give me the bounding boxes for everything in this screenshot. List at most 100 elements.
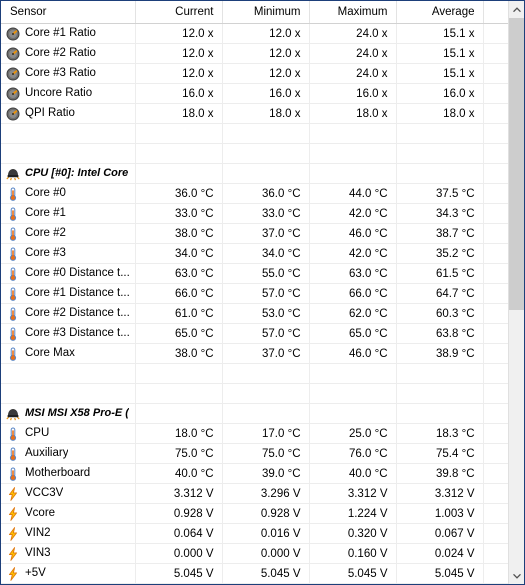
column-header-maximum[interactable]: Maximum: [309, 1, 397, 24]
current-value-cell[interactable]: 75.0 °C: [135, 443, 223, 464]
sensor-row[interactable]: VIN3 0.000 V 0.000 V 0.160 V 0.024 V: [1, 543, 508, 564]
maximum-value-cell[interactable]: 18.0 x: [309, 103, 397, 124]
maximum-value-cell[interactable]: 42.0 °C: [309, 243, 397, 264]
minimum-value-cell[interactable]: 53.0 °C: [222, 303, 310, 324]
maximum-value-cell[interactable]: 25.0 °C: [309, 423, 397, 444]
current-value-cell[interactable]: 38.0 °C: [135, 223, 223, 244]
minimum-value-cell[interactable]: 0.000 V: [222, 543, 310, 564]
maximum-value-cell[interactable]: [309, 403, 397, 424]
sensor-name-cell[interactable]: Core #3 Ratio: [1, 63, 136, 84]
average-value-cell[interactable]: 0.024 V: [396, 543, 484, 564]
maximum-value-cell[interactable]: 62.0 °C: [309, 303, 397, 324]
sensor-name-cell[interactable]: Core #0: [1, 183, 136, 204]
average-value-cell[interactable]: 37.5 °C: [396, 183, 484, 204]
scroll-down-button[interactable]: [509, 567, 524, 584]
sensor-row[interactable]: QPI Ratio 18.0 x 18.0 x 18.0 x 18.0 x: [1, 103, 508, 124]
average-value-cell[interactable]: 60.3 °C: [396, 303, 484, 324]
sensor-group-header-row[interactable]: CPU [#0]: Intel Core ...: [1, 163, 508, 184]
minimum-value-cell[interactable]: 18.0 x: [222, 103, 310, 124]
minimum-value-cell[interactable]: 39.0 °C: [222, 463, 310, 484]
sensor-name-cell[interactable]: +12V: [1, 583, 136, 584]
sensor-name-cell[interactable]: VCC3V: [1, 483, 136, 504]
maximum-value-cell[interactable]: 0.160 V: [309, 543, 397, 564]
maximum-value-cell[interactable]: 0.320 V: [309, 523, 397, 544]
sensor-name-cell[interactable]: Motherboard: [1, 463, 136, 484]
current-value-cell[interactable]: 18.0 °C: [135, 423, 223, 444]
current-value-cell[interactable]: 34.0 °C: [135, 243, 223, 264]
maximum-value-cell[interactable]: [309, 163, 397, 184]
current-value-cell[interactable]: 0.928 V: [135, 503, 223, 524]
current-value-cell[interactable]: 18.0 x: [135, 103, 223, 124]
average-value-cell[interactable]: 18.3 °C: [396, 423, 484, 444]
sensor-row[interactable]: Core #1 Distance t... 66.0 °C 57.0 °C 66.0 …: [1, 283, 508, 304]
current-value-cell[interactable]: 38.0 °C: [135, 343, 223, 364]
current-value-cell[interactable]: 0.000 V: [135, 543, 223, 564]
maximum-value-cell[interactable]: 24.0 x: [309, 23, 397, 44]
sensor-name-cell[interactable]: Core #1 Distance t...: [1, 283, 136, 304]
sensor-row[interactable]: Core #1 33.0 °C 33.0 °C 42.0 °C 34.3 °C: [1, 203, 508, 224]
current-value-cell[interactable]: 63.0 °C: [135, 263, 223, 284]
average-value-cell[interactable]: 0.067 V: [396, 523, 484, 544]
minimum-value-cell[interactable]: 37.0 °C: [222, 343, 310, 364]
sensor-name-cell[interactable]: CPU [#0]: Intel Core ...: [1, 163, 136, 184]
minimum-value-cell[interactable]: 12.144 V: [222, 583, 310, 584]
average-value-cell[interactable]: 38.7 °C: [396, 223, 484, 244]
minimum-value-cell[interactable]: 3.296 V: [222, 483, 310, 504]
minimum-value-cell[interactable]: [222, 163, 310, 184]
average-value-cell[interactable]: 34.3 °C: [396, 203, 484, 224]
sensor-name-cell[interactable]: +5V: [1, 563, 136, 584]
sensor-grid-viewport[interactable]: Sensor Current Minimum Maximum Average C…: [1, 1, 508, 584]
average-value-cell[interactable]: 15.1 x: [396, 63, 484, 84]
current-value-cell[interactable]: 66.0 °C: [135, 283, 223, 304]
sensor-row[interactable]: Vcore 0.928 V 0.928 V 1.224 V 1.003 V: [1, 503, 508, 524]
minimum-value-cell[interactable]: 17.0 °C: [222, 423, 310, 444]
current-value-cell[interactable]: [135, 403, 223, 424]
sensor-name-cell[interactable]: Core #1: [1, 203, 136, 224]
maximum-value-cell[interactable]: 76.0 °C: [309, 443, 397, 464]
minimum-value-cell[interactable]: 0.928 V: [222, 503, 310, 524]
maximum-value-cell[interactable]: 63.0 °C: [309, 263, 397, 284]
current-value-cell[interactable]: 61.0 °C: [135, 303, 223, 324]
sensor-name-cell[interactable]: VIN2: [1, 523, 136, 544]
scroll-up-button[interactable]: [509, 1, 524, 18]
maximum-value-cell[interactable]: 66.0 °C: [309, 283, 397, 304]
sensor-row[interactable]: Core #0 Distance t... 63.0 °C 55.0 °C 63.0 …: [1, 263, 508, 284]
current-value-cell[interactable]: 12.0 x: [135, 63, 223, 84]
sensor-row[interactable]: Core #3 34.0 °C 34.0 °C 42.0 °C 35.2 °C: [1, 243, 508, 264]
sensor-row[interactable]: Uncore Ratio 16.0 x 16.0 x 16.0 x 16.0 x: [1, 83, 508, 104]
maximum-value-cell[interactable]: 46.0 °C: [309, 223, 397, 244]
sensor-row[interactable]: +5V 5.045 V 5.045 V 5.045 V 5.045 V: [1, 563, 508, 584]
sensor-name-cell[interactable]: Core Max: [1, 343, 136, 364]
maximum-value-cell[interactable]: 65.0 °C: [309, 323, 397, 344]
sensor-name-cell[interactable]: Core #3 Distance t...: [1, 323, 136, 344]
sensor-name-cell[interactable]: CPU: [1, 423, 136, 444]
sensor-row[interactable]: Core Max 38.0 °C 37.0 °C 46.0 °C 38.9 °C: [1, 343, 508, 364]
maximum-value-cell[interactable]: 46.0 °C: [309, 343, 397, 364]
average-value-cell[interactable]: 1.003 V: [396, 503, 484, 524]
minimum-value-cell[interactable]: 33.0 °C: [222, 203, 310, 224]
sensor-name-cell[interactable]: Core #0 Distance t...: [1, 263, 136, 284]
average-value-cell[interactable]: 75.4 °C: [396, 443, 484, 464]
maximum-value-cell[interactable]: 24.0 x: [309, 63, 397, 84]
current-value-cell[interactable]: 3.312 V: [135, 483, 223, 504]
minimum-value-cell[interactable]: 57.0 °C: [222, 323, 310, 344]
maximum-value-cell[interactable]: 5.045 V: [309, 563, 397, 584]
minimum-value-cell[interactable]: 55.0 °C: [222, 263, 310, 284]
sensor-row[interactable]: Core #2 Ratio 12.0 x 12.0 x 24.0 x 15.1 x: [1, 43, 508, 64]
vertical-scrollbar[interactable]: [508, 1, 524, 584]
sensor-name-cell[interactable]: Core #2 Ratio: [1, 43, 136, 64]
minimum-value-cell[interactable]: 37.0 °C: [222, 223, 310, 244]
average-value-cell[interactable]: 16.0 x: [396, 83, 484, 104]
average-value-cell[interactable]: 61.5 °C: [396, 263, 484, 284]
current-value-cell[interactable]: 12.0 x: [135, 43, 223, 64]
sensor-row[interactable]: Core #2 Distance t... 61.0 °C 53.0 °C 62.0 …: [1, 303, 508, 324]
sensor-row[interactable]: Core #3 Distance t... 65.0 °C 57.0 °C 65.0 …: [1, 323, 508, 344]
average-value-cell[interactable]: [396, 403, 484, 424]
minimum-value-cell[interactable]: 16.0 x: [222, 83, 310, 104]
sensor-name-cell[interactable]: Uncore Ratio: [1, 83, 136, 104]
sensor-row[interactable]: CPU 18.0 °C 17.0 °C 25.0 °C 18.3 °C: [1, 423, 508, 444]
sensor-name-cell[interactable]: Core #1 Ratio: [1, 23, 136, 44]
sensor-name-cell[interactable]: MSI MSI X58 Pro-E (...: [1, 403, 136, 424]
average-value-cell[interactable]: 18.0 x: [396, 103, 484, 124]
current-value-cell[interactable]: 12.0 x: [135, 23, 223, 44]
